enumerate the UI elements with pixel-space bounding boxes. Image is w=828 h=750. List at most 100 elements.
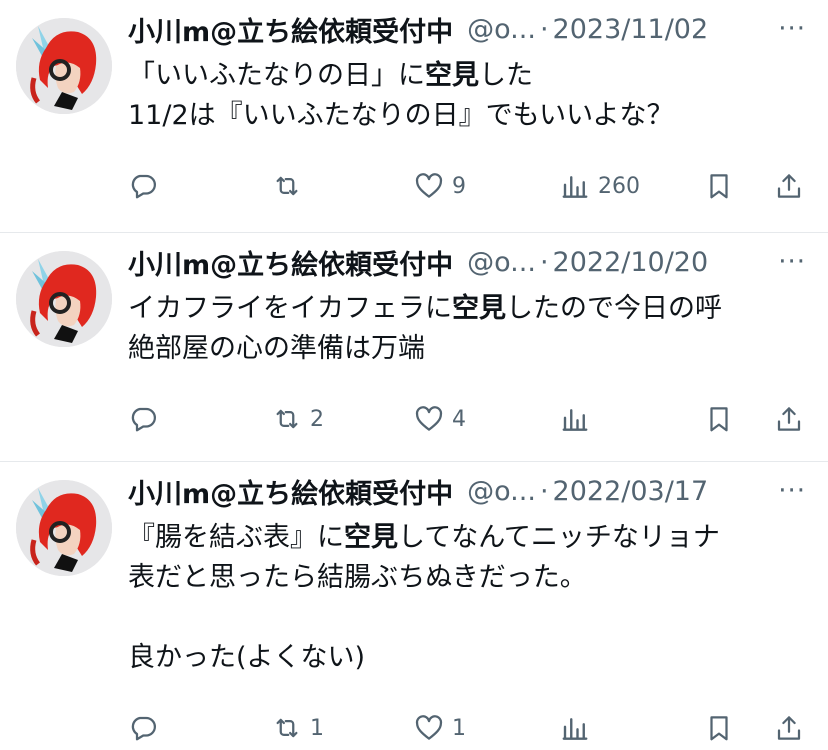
avatar[interactable] — [16, 18, 112, 114]
tweet-text: 『腸を結ぶ表』に空見してなんてニッチなリョナ表だと思ったら結腸ぶちぬきだった。良… — [128, 518, 808, 678]
tweet-date[interactable]: 2022/10/20 — [553, 247, 709, 278]
share-button[interactable] — [774, 399, 804, 439]
retweet-count: 1 — [310, 715, 324, 741]
tweet-actions: 9 260 — [128, 166, 808, 206]
more-icon[interactable]: ··· — [778, 14, 806, 44]
tweet-date[interactable]: 2023/11/02 — [553, 14, 709, 45]
author-name[interactable]: 小川m@立ち絵依頼受付中 — [128, 243, 453, 282]
more-icon[interactable]: ··· — [778, 476, 806, 506]
bookmark-icon — [710, 716, 728, 741]
like-count: 9 — [452, 173, 466, 199]
tweet-date[interactable]: 2022/03/17 — [553, 476, 709, 507]
reply-button[interactable] — [128, 166, 166, 206]
views-icon — [562, 176, 588, 198]
retweet-button[interactable]: 2 — [272, 399, 324, 439]
text-segment: イカフライをイカフェラに — [128, 293, 452, 324]
like-icon — [415, 406, 443, 431]
highlight-term: 空見 — [425, 60, 479, 91]
tweet-text: イカフライをイカフェラに空見したので今日の呼絶部屋の心の準備は万端 — [128, 289, 808, 369]
tweet-body: 小川m@立ち絵依頼受付中 @o... · 2023/11/02 ··· 「いいふ… — [128, 0, 828, 206]
author-handle[interactable]: @o... — [467, 14, 536, 45]
tweet-header: 小川m@立ち絵依頼受付中 @o... · 2022/03/17 — [128, 475, 808, 510]
author-handle[interactable]: @o... — [467, 247, 536, 278]
bookmark-button[interactable] — [704, 708, 734, 748]
author-name[interactable]: 小川m@立ち絵依頼受付中 — [128, 472, 453, 511]
like-button[interactable]: 9 — [414, 166, 466, 206]
avatar-image — [16, 18, 112, 114]
bookmark-button[interactable] — [704, 399, 734, 439]
author-name[interactable]: 小川m@立ち絵依頼受付中 — [128, 10, 453, 49]
share-icon — [777, 407, 801, 431]
share-button[interactable] — [774, 166, 804, 206]
tweet-actions: 2 4 — [128, 399, 808, 439]
tweet-header: 小川m@立ち絵依頼受付中 @o... · 2023/11/02 — [128, 13, 808, 48]
reply-button[interactable] — [128, 399, 166, 439]
tweet[interactable]: 小川m@立ち絵依頼受付中 @o... · 2022/03/17 ··· 『腸を結… — [0, 462, 828, 750]
text-segment: 良かった(よくない) — [128, 642, 366, 673]
separator-dot: · — [539, 475, 549, 507]
tweet-header: 小川m@立ち絵依頼受付中 @o... · 2022/10/20 — [128, 246, 808, 281]
tweet-text-line: 「いいふたなりの日」に空見した — [128, 56, 808, 96]
share-icon — [777, 716, 801, 740]
like-button[interactable]: 4 — [414, 399, 466, 439]
text-segment: 『腸を結ぶ表』に — [128, 522, 344, 553]
views-button[interactable] — [560, 708, 598, 748]
text-segment: してなんてニッチなリョナ — [398, 522, 720, 553]
retweet-button[interactable]: 1 — [272, 708, 324, 748]
highlight-term: 空見 — [344, 522, 398, 553]
text-segment: 絶部屋の心の準備は万端 — [128, 333, 425, 364]
tweet-text-line: 『腸を結ぶ表』に空見してなんてニッチなリョナ — [128, 518, 808, 558]
text-segment: したので今日の呼 — [506, 293, 722, 324]
retweet-icon — [276, 176, 298, 196]
highlight-term: 空見 — [452, 293, 506, 324]
tweet-text-line: 良かった(よくない) — [128, 638, 808, 678]
text-segment: 「いいふたなりの日」に — [128, 60, 425, 91]
tweet-text-line: イカフライをイカフェラに空見したので今日の呼 — [128, 289, 808, 329]
like-icon — [415, 715, 443, 740]
tweet-text: 「いいふたなりの日」に空見した 11/2は『いいふたなりの日』でもいいよな？ — [128, 56, 808, 136]
views-button[interactable] — [560, 399, 598, 439]
tweet-text-line: 11/2は『いいふたなりの日』でもいいよな？ — [128, 96, 808, 136]
like-count: 1 — [452, 715, 466, 741]
like-count: 4 — [452, 406, 466, 432]
avatar[interactable] — [16, 251, 112, 347]
avatar[interactable] — [16, 480, 112, 576]
tweet-actions: 1 1 — [128, 708, 808, 748]
retweet-icon — [276, 718, 298, 738]
share-icon — [777, 174, 801, 198]
tweet[interactable]: 小川m@立ち絵依頼受付中 @o... · 2022/10/20 ··· イカフラ… — [0, 233, 828, 462]
tweet-feed: 小川m@立ち絵依頼受付中 @o... · 2023/11/02 ··· 「いいふ… — [0, 0, 828, 750]
view-count: 260 — [598, 173, 640, 199]
separator-dot: · — [539, 246, 549, 278]
views-button[interactable]: 260 — [560, 166, 640, 206]
bookmark-icon — [710, 174, 728, 199]
bookmark-button[interactable] — [704, 166, 734, 206]
retweet-count: 2 — [310, 406, 324, 432]
share-button[interactable] — [774, 708, 804, 748]
reply-button[interactable] — [128, 708, 166, 748]
text-segment: した — [479, 60, 533, 91]
bookmark-icon — [710, 407, 728, 432]
like-icon — [415, 173, 443, 198]
like-button[interactable]: 1 — [414, 708, 466, 748]
more-icon[interactable]: ··· — [778, 247, 806, 277]
avatar-image — [16, 480, 112, 576]
separator-dot: · — [539, 13, 549, 45]
tweet-text-line — [128, 598, 808, 638]
tweet-text-line: 絶部屋の心の準備は万端 — [128, 329, 808, 369]
reply-icon — [131, 174, 156, 199]
tweet-text-line: 表だと思ったら結腸ぶちぬきだった。 — [128, 558, 808, 598]
avatar-column — [0, 233, 128, 439]
text-segment: 11/2は『いいふたなりの日』でもいいよな？ — [128, 100, 674, 131]
avatar-column — [0, 0, 128, 206]
reply-icon — [131, 407, 156, 432]
retweet-icon — [276, 409, 298, 429]
views-icon — [562, 718, 588, 740]
views-icon — [562, 409, 588, 431]
avatar-image — [16, 251, 112, 347]
retweet-button[interactable] — [272, 166, 310, 206]
tweet[interactable]: 小川m@立ち絵依頼受付中 @o... · 2023/11/02 ··· 「いいふ… — [0, 0, 828, 233]
author-handle[interactable]: @o... — [467, 476, 536, 507]
text-segment: 表だと思ったら結腸ぶちぬきだった。 — [128, 562, 587, 593]
tweet-body: 小川m@立ち絵依頼受付中 @o... · 2022/03/17 ··· 『腸を結… — [128, 462, 828, 748]
